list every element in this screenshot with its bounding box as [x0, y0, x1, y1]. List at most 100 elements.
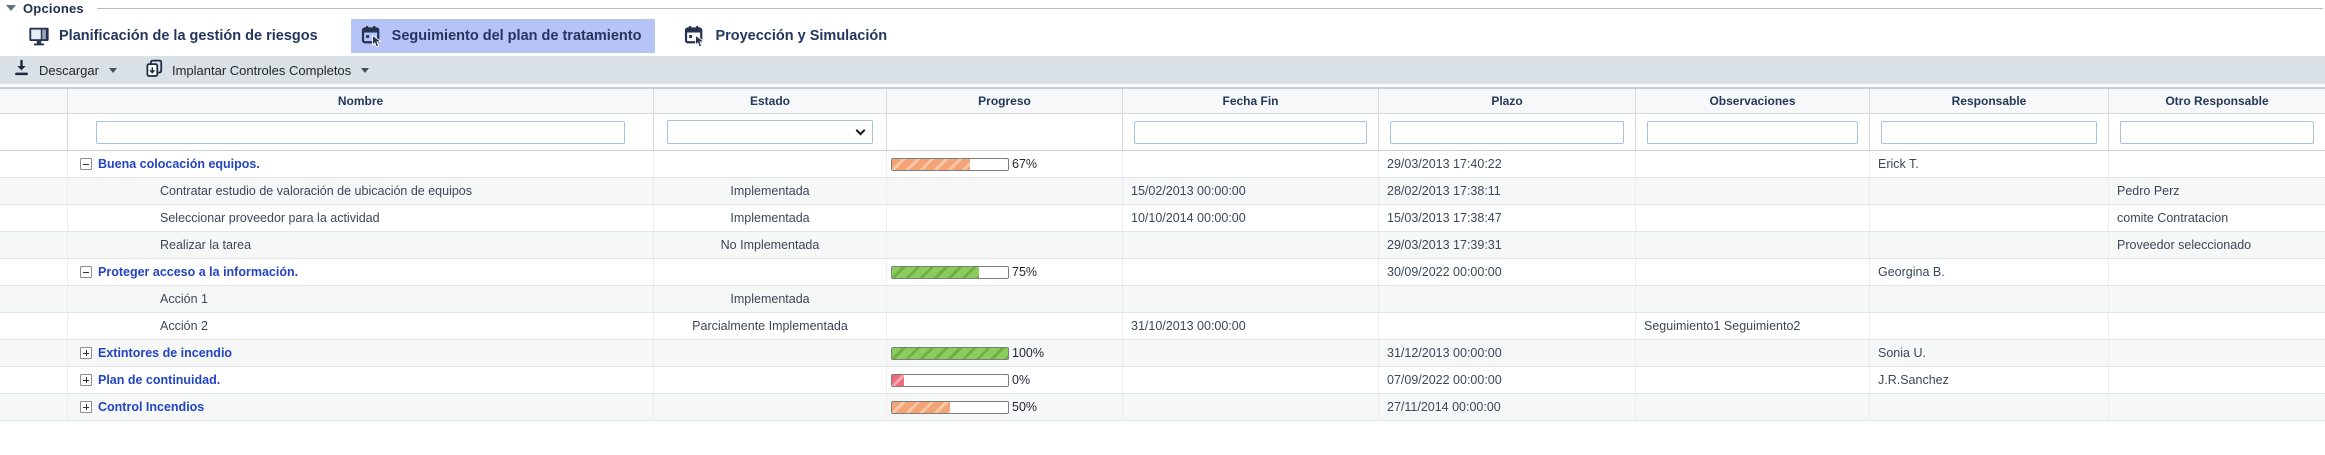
download-icon [12, 59, 31, 81]
otro-responsable-cell: Pedro Perz [2109, 178, 2325, 205]
estado-cell [654, 259, 887, 286]
observaciones-filter-input[interactable] [1647, 121, 1858, 144]
filter-otro-responsable-cell [2109, 114, 2325, 150]
row-selector-cell [0, 259, 68, 286]
estado-cell: Implementada [654, 205, 887, 232]
responsable-cell [1870, 178, 2109, 205]
fecha-fin-cell [1123, 367, 1379, 394]
fecha-fin-filter-input[interactable] [1134, 121, 1367, 144]
header-otro-responsable[interactable]: Otro Responsable [2109, 89, 2325, 114]
progress-bar-fill [892, 402, 950, 413]
table-row[interactable]: Realizar la tarea No Implementada 29/03/… [0, 232, 2325, 259]
progress-bar-fill [892, 375, 904, 386]
header-nombre[interactable]: Nombre [68, 89, 654, 114]
responsable-cell [1870, 205, 2109, 232]
plazo-cell: 15/03/2013 17:38:47 [1379, 205, 1636, 232]
row-expander-icon[interactable] [80, 374, 92, 386]
row-expander-icon[interactable] [80, 158, 92, 170]
row-name[interactable]: Extintores de incendio [98, 346, 232, 360]
progress-label: 67% [1012, 157, 1037, 171]
header-plazo[interactable]: Plazo [1379, 89, 1636, 114]
estado-cell [654, 151, 887, 178]
header-responsable[interactable]: Responsable [1870, 89, 2109, 114]
progress-cell: 67% [887, 151, 1123, 178]
otro-responsable-cell [2109, 286, 2325, 313]
observaciones-cell [1636, 367, 1870, 394]
name-cell: Contratar estudio de valoración de ubica… [68, 178, 654, 205]
progress-bar-fill [892, 348, 1008, 359]
implantar-controles-button[interactable]: Implantar Controles Completos [145, 59, 369, 81]
otro-responsable-cell: comite Contratacion [2109, 205, 2325, 232]
tab-planificacion[interactable]: Planificación de la gestión de riesgos [18, 19, 332, 53]
observaciones-cell [1636, 232, 1870, 259]
table-row[interactable]: Extintores de incendio 100% 31/12/2013 0… [0, 340, 2325, 367]
table-row[interactable]: Contratar estudio de valoración de ubica… [0, 178, 2325, 205]
descargar-button[interactable]: Descargar [12, 59, 117, 81]
button-label: Implantar Controles Completos [172, 63, 351, 78]
progress-label: 0% [1012, 373, 1030, 387]
table-row[interactable]: Seleccionar proveedor para la actividad … [0, 205, 2325, 232]
tab-seguimiento[interactable]: Seguimiento del plan de tratamiento [351, 19, 656, 53]
table-row[interactable]: Plan de continuidad. 0% 07/09/2022 00:00… [0, 367, 2325, 394]
collapse-triangle-icon[interactable] [6, 5, 16, 11]
copy-pages-icon [145, 59, 164, 81]
row-expander-icon[interactable] [80, 266, 92, 278]
header-estado[interactable]: Estado [654, 89, 887, 114]
filter-row [0, 114, 2325, 151]
observaciones-cell [1636, 178, 1870, 205]
progress-cell [887, 178, 1123, 205]
observaciones-cell: Seguimiento1 Seguimiento2 [1636, 313, 1870, 340]
row-expander-icon[interactable] [80, 401, 92, 413]
progress-bar [891, 158, 1009, 171]
progress-cell: 75% [887, 259, 1123, 286]
otro-responsable-cell [2109, 151, 2325, 178]
row-selector-cell [0, 340, 68, 367]
row-expander-icon[interactable] [80, 347, 92, 359]
legend-divider [97, 8, 2323, 9]
responsable-cell [1870, 313, 2109, 340]
table-row[interactable]: Acción 2 Parcialmente Implementada 31/10… [0, 313, 2325, 340]
responsable-cell: J.R.Sanchez [1870, 367, 2109, 394]
progress-bar [891, 401, 1009, 414]
tab-proyeccion[interactable]: Proyección y Simulación [674, 19, 901, 53]
estado-filter-select[interactable] [667, 120, 873, 144]
plazo-cell: 28/02/2013 17:38:11 [1379, 178, 1636, 205]
observaciones-cell [1636, 286, 1870, 313]
header-progreso[interactable]: Progreso [887, 89, 1123, 114]
row-name[interactable]: Plan de continuidad. [98, 373, 220, 387]
name-cell: Buena colocación equipos. [68, 151, 654, 178]
table-row[interactable]: Control Incendios 50% 27/11/2014 00:00:0… [0, 394, 2325, 421]
estado-cell: Implementada [654, 286, 887, 313]
nombre-filter-input[interactable] [96, 121, 625, 144]
progress-bar [891, 374, 1009, 387]
progress-bar [891, 347, 1009, 360]
filter-fecha-fin-cell [1123, 114, 1379, 150]
responsable-cell [1870, 286, 2109, 313]
fecha-fin-cell: 10/10/2014 00:00:00 [1123, 205, 1379, 232]
header-observaciones[interactable]: Observaciones [1636, 89, 1870, 114]
responsable-cell: Erick T. [1870, 151, 2109, 178]
progress-cell: 50% [887, 394, 1123, 421]
table-row[interactable]: Acción 1 Implementada [0, 286, 2325, 313]
otro-responsable-cell [2109, 313, 2325, 340]
chevron-down-icon [109, 68, 117, 73]
plazo-filter-input[interactable] [1390, 121, 1624, 144]
row-name[interactable]: Proteger acceso a la información. [98, 265, 298, 279]
table-row[interactable]: Proteger acceso a la información. 75% 30… [0, 259, 2325, 286]
filter-responsable-cell [1870, 114, 2109, 150]
row-selector-cell [0, 367, 68, 394]
row-selector-cell [0, 232, 68, 259]
table-row[interactable]: Buena colocación equipos. 67% 29/03/2013… [0, 151, 2325, 178]
button-label: Descargar [39, 63, 99, 78]
name-cell: Acción 2 [68, 313, 654, 340]
otro-responsable-filter-input[interactable] [2120, 121, 2314, 144]
options-panel-header: Opciones [0, 0, 2325, 16]
header-fecha-fin[interactable]: Fecha Fin [1123, 89, 1379, 114]
estado-cell: Parcialmente Implementada [654, 313, 887, 340]
row-name: Acción 2 [160, 319, 208, 333]
row-name[interactable]: Control Incendios [98, 400, 204, 414]
name-cell: Control Incendios [68, 394, 654, 421]
row-name[interactable]: Buena colocación equipos. [98, 157, 260, 171]
responsable-filter-input[interactable] [1881, 121, 2097, 144]
header-selector-column [0, 89, 68, 114]
